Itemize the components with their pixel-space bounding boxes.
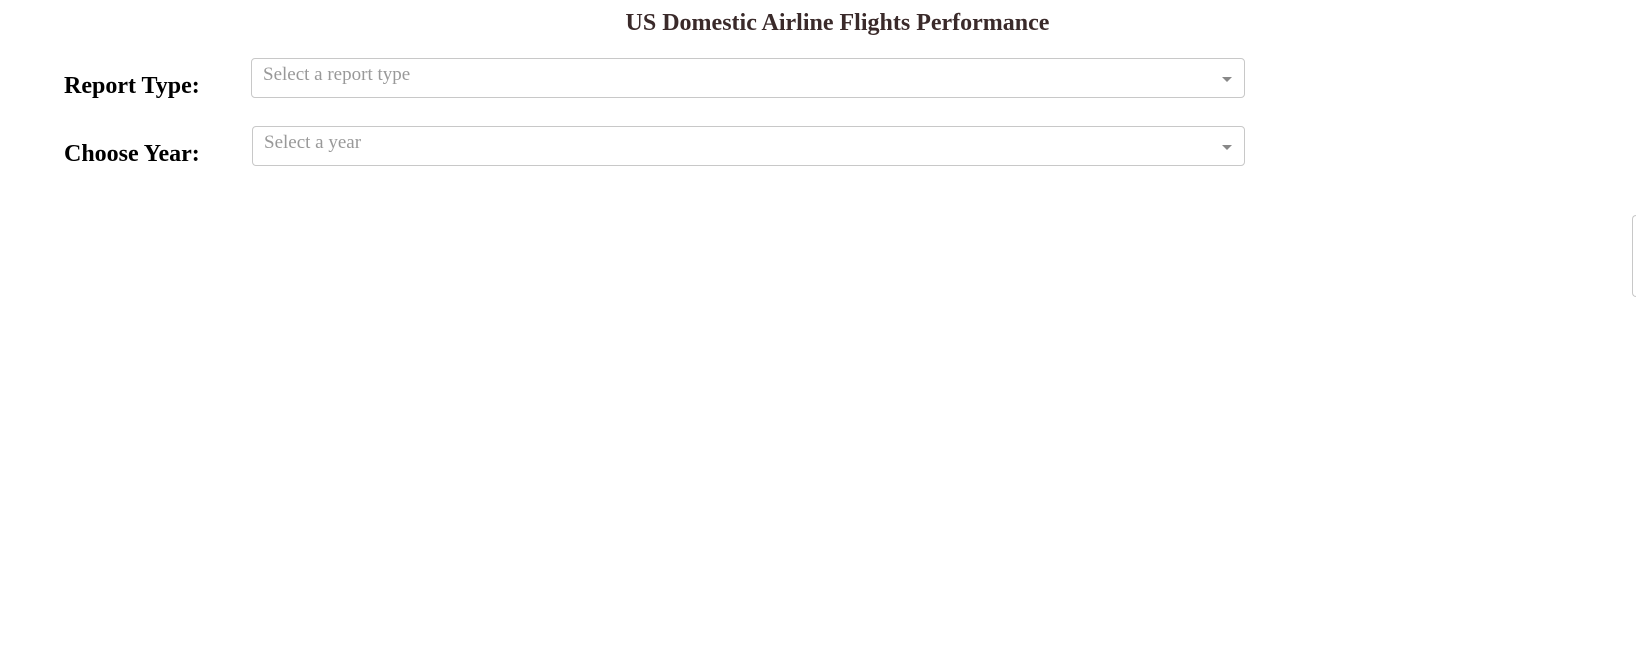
year-label: Choose Year:	[64, 141, 200, 167]
page-title: US Domestic Airline Flights Performance	[625, 10, 1050, 36]
year-row: Choose Year: Select a year	[0, 126, 1250, 168]
chevron-down-icon[interactable]	[1222, 77, 1232, 82]
report-type-dropdown[interactable]: Select a report type	[251, 58, 1245, 98]
report-type-row: Report Type: Select a report type	[0, 58, 1250, 100]
report-type-label: Report Type:	[64, 73, 200, 99]
year-dropdown[interactable]: Select a year	[252, 126, 1245, 166]
chevron-down-icon[interactable]	[1222, 145, 1232, 150]
report-type-placeholder: Select a report type	[263, 64, 411, 85]
edge-panel-handle[interactable]	[1632, 215, 1636, 297]
year-placeholder: Select a year	[264, 132, 362, 153]
